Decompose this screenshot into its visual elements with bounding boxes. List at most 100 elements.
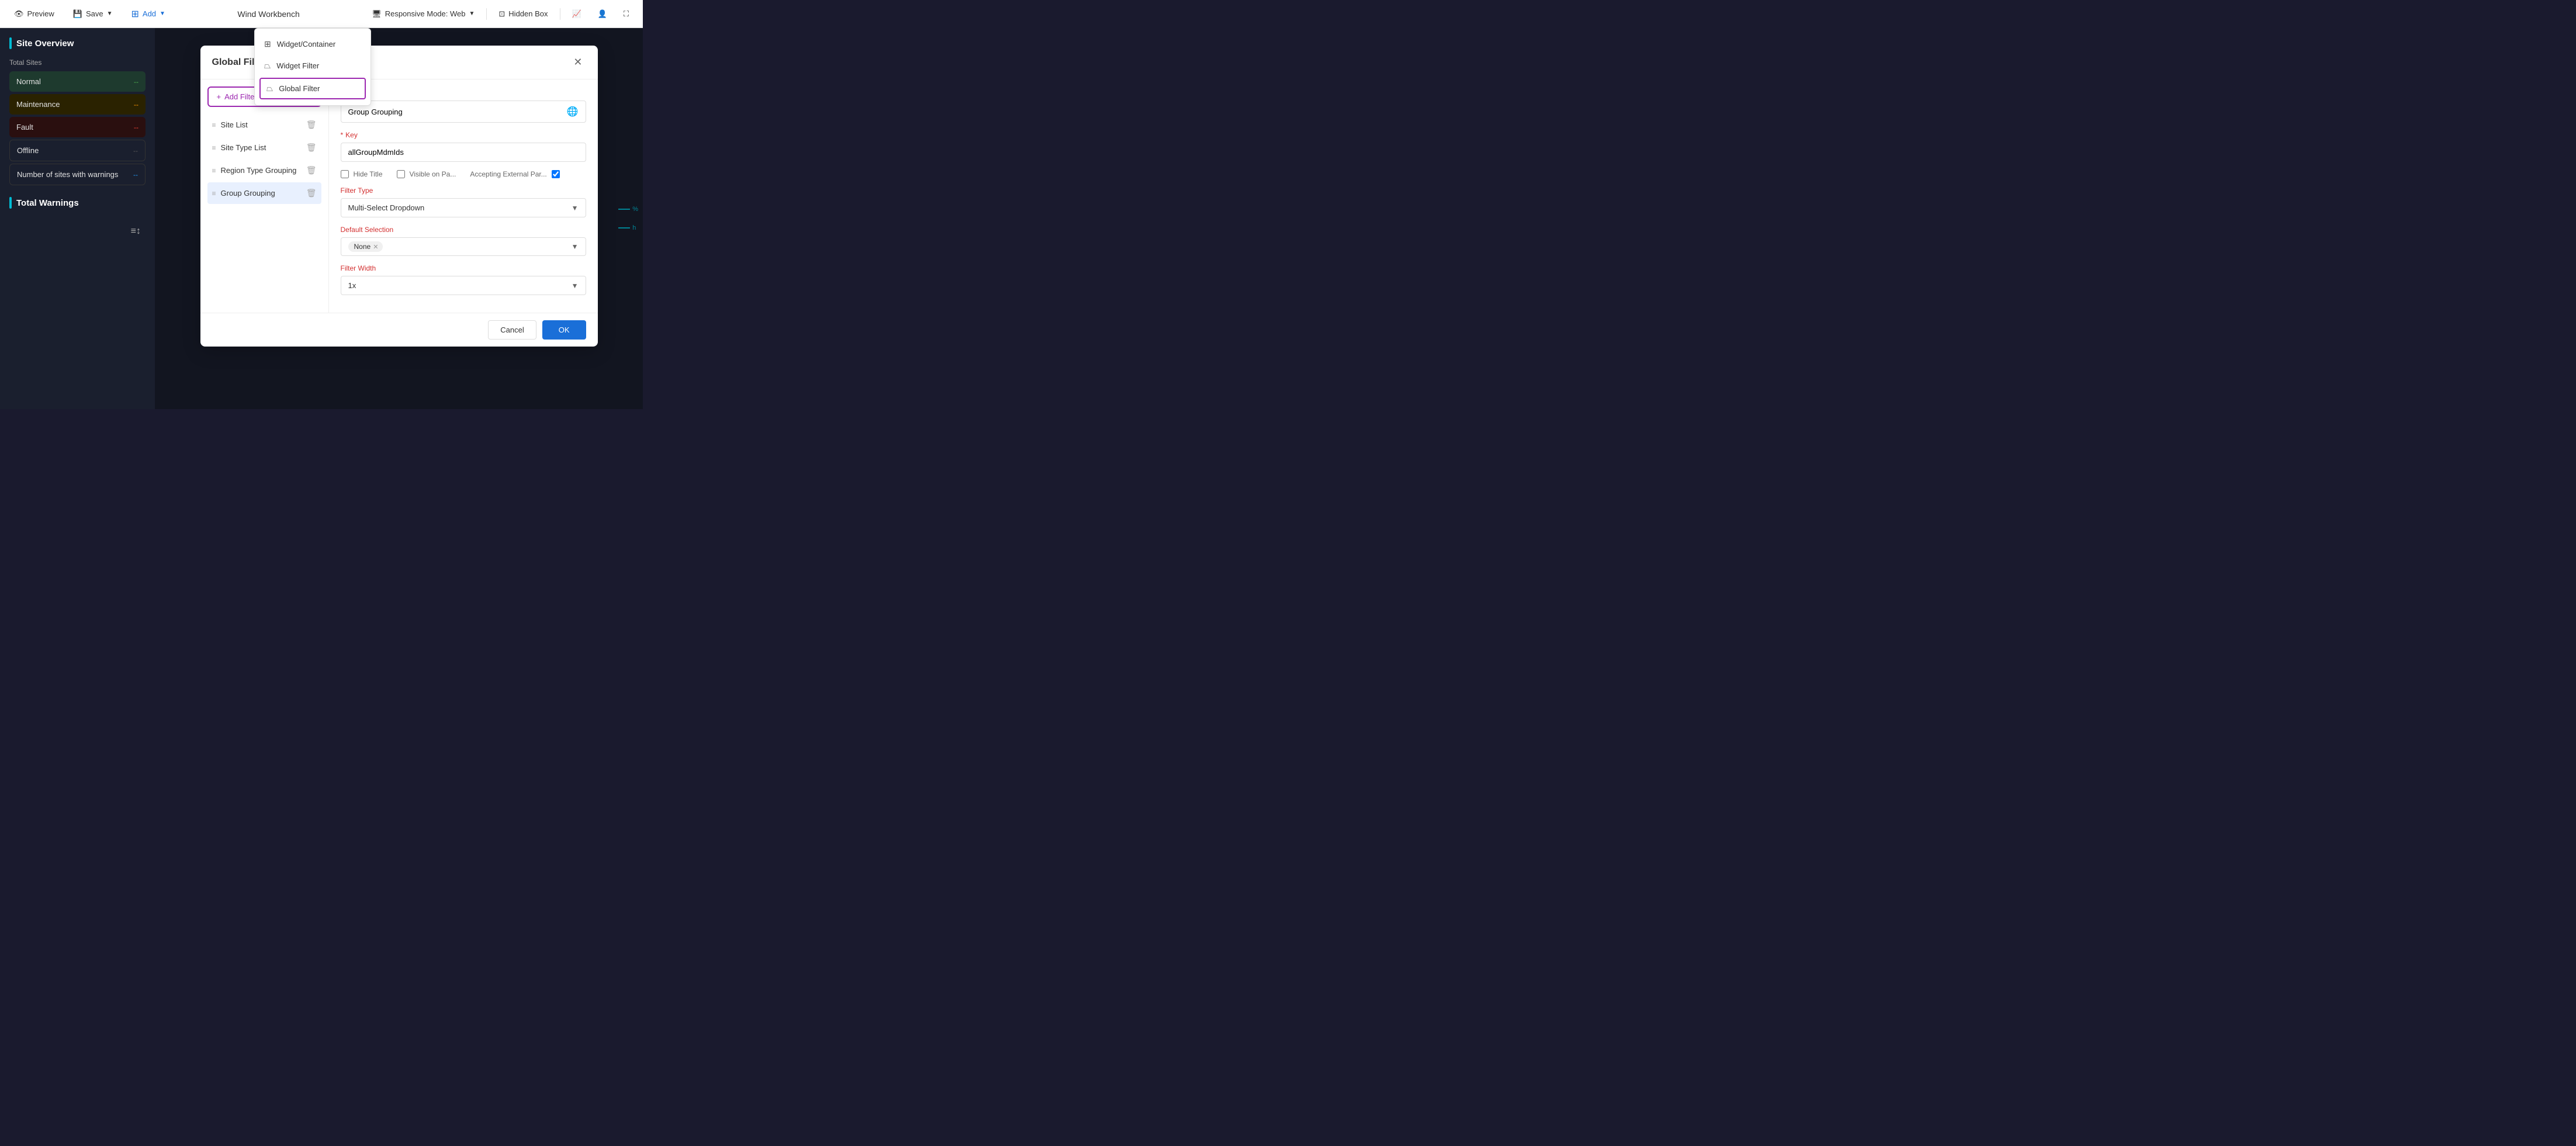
- profile-icon: 👤: [598, 9, 607, 19]
- none-tag-remove-icon[interactable]: ✕: [373, 243, 378, 251]
- key-field[interactable]: [341, 143, 586, 162]
- hide-title-label: Hide Title: [354, 170, 383, 178]
- filter-width-label: Filter Width: [341, 264, 586, 272]
- chart-icon: 📈: [572, 9, 581, 19]
- save-icon: 💾: [73, 9, 82, 19]
- sidebar: Site Overview Total Sites Normal -- Main…: [0, 28, 155, 409]
- filter-item-region-type-grouping[interactable]: ≡ Region Type Grouping 🗑: [207, 160, 321, 181]
- total-warnings-header: Total Warnings: [9, 197, 146, 209]
- drag-icon-region-type-grouping: ≡: [212, 167, 216, 175]
- filter-details-panel: * Title 🌐 * Key: [329, 79, 598, 313]
- expand-icon: ⛶: [624, 9, 629, 19]
- title-field-label: * Title: [341, 89, 586, 97]
- filter-item-site-type-list[interactable]: ≡ Site Type List 🗑: [207, 137, 321, 158]
- preview-button[interactable]: 👁 Preview: [9, 6, 59, 22]
- maintenance-value: --: [134, 101, 139, 109]
- stat-row-normal: Normal --: [9, 71, 146, 92]
- total-warnings-section: Total Warnings ≡↕: [9, 197, 146, 237]
- filter-width-value: 1x: [348, 281, 356, 290]
- responsive-mode-button[interactable]: 🖥 Responsive Mode: Web ▼: [367, 7, 479, 21]
- default-selection-chevron-icon: ▼: [572, 243, 579, 251]
- filter-item-group-grouping[interactable]: ≡ Group Grouping 🗑: [207, 182, 321, 204]
- none-tag: None ✕: [348, 241, 383, 252]
- normal-label: Normal: [16, 77, 41, 86]
- global-filter-item[interactable]: ⏢ Global Filter: [259, 78, 366, 99]
- responsive-label: Responsive Mode: Web: [385, 9, 466, 18]
- ok-button[interactable]: OK: [542, 320, 586, 340]
- filter-label-region-type-grouping: Region Type Grouping: [221, 166, 297, 175]
- widget-container-item[interactable]: ⊞ Widget/Container: [255, 33, 371, 55]
- list-view-icon: ≡↕: [131, 226, 141, 237]
- widget-container-icon: ⊞: [264, 39, 271, 49]
- filter-item-site-list[interactable]: ≡ Site List 🗑: [207, 114, 321, 136]
- delete-site-type-list-icon[interactable]: 🗑: [306, 143, 317, 153]
- stat-row-maintenance: Maintenance --: [9, 94, 146, 115]
- globe-icon: 🌐: [567, 106, 579, 117]
- stat-row-warnings: Number of sites with warnings --: [9, 164, 146, 185]
- none-tag-label: None: [354, 243, 371, 251]
- accepting-external-checkbox-item: Accepting External Par...: [470, 170, 559, 178]
- preview-label: Preview: [27, 9, 54, 18]
- visible-on-page-checkbox[interactable]: [397, 170, 405, 178]
- widget-filter-label: Widget Filter: [276, 61, 319, 70]
- add-filter-icon: +: [217, 92, 221, 101]
- visible-on-page-checkbox-item: Visible on Pa...: [397, 170, 456, 178]
- site-overview-title: Site Overview: [16, 39, 74, 49]
- filter-type-select[interactable]: Multi-Select Dropdown ▼: [341, 198, 586, 217]
- hidden-box-label: Hidden Box: [508, 9, 548, 18]
- add-dropdown-menu: ⊞ Widget/Container ⏢ Widget Filter ⏢ Glo…: [254, 28, 371, 106]
- add-chevron-icon: ▼: [160, 11, 165, 17]
- warnings-value: --: [133, 171, 138, 179]
- drag-icon-group-grouping: ≡: [212, 189, 216, 198]
- key-input[interactable]: [348, 148, 579, 157]
- chart-icon-button[interactable]: 📈: [567, 7, 586, 21]
- hidden-box-icon: ⊡: [498, 9, 505, 19]
- total-sites-label: Total Sites: [9, 58, 146, 67]
- widget-filter-icon: ⏢: [264, 61, 271, 71]
- hidden-box-button[interactable]: ⊡ Hidden Box: [494, 7, 552, 21]
- filter-list-panel: + Add Filter ≡ Site List 🗑: [200, 79, 329, 313]
- filter-width-select[interactable]: 1x ▼: [341, 276, 586, 295]
- total-warnings-accent: [9, 197, 12, 209]
- key-field-label: * Key: [341, 131, 586, 139]
- maintenance-label: Maintenance: [16, 100, 60, 109]
- content-area: ⊞ Widget/Container ⏢ Widget Filter ⏢ Glo…: [155, 28, 643, 409]
- cancel-button[interactable]: Cancel: [488, 320, 536, 340]
- filter-type-label: Filter Type: [341, 186, 586, 195]
- hide-title-checkbox[interactable]: [341, 170, 349, 178]
- title-input[interactable]: [348, 108, 567, 116]
- global-filter-icon: ⏢: [266, 84, 273, 94]
- stat-row-fault: Fault --: [9, 117, 146, 137]
- toolbar-divider: [486, 8, 487, 20]
- add-button[interactable]: ⊞ Add ▼: [127, 5, 170, 23]
- save-button[interactable]: 💾 Save ▼: [68, 6, 117, 22]
- filter-type-value: Multi-Select Dropdown: [348, 203, 425, 212]
- widget-filter-item[interactable]: ⏢ Widget Filter: [255, 55, 371, 77]
- toolbar-right: 🖥 Responsive Mode: Web ▼ ⊡ Hidden Box 📈 …: [367, 7, 633, 21]
- profile-icon-button[interactable]: 👤: [593, 7, 612, 21]
- modal-close-button[interactable]: ✕: [570, 55, 586, 70]
- accepting-external-checkbox[interactable]: [552, 170, 560, 178]
- default-selection-field[interactable]: None ✕ ▼: [341, 237, 586, 256]
- title-field[interactable]: 🌐: [341, 101, 586, 123]
- toolbar: 👁 Preview 💾 Save ▼ ⊞ Add ▼ Wind Workbenc…: [0, 0, 643, 28]
- offline-label: Offline: [17, 146, 39, 155]
- main-content: Site Overview Total Sites Normal -- Main…: [0, 28, 643, 409]
- delete-site-list-icon[interactable]: 🗑: [306, 120, 317, 130]
- modal-overlay: Global Filter ✕ + Add Filter ≡: [155, 28, 643, 409]
- sidebar-accent: [9, 37, 12, 49]
- hide-title-checkbox-item: Hide Title: [341, 170, 383, 178]
- normal-value: --: [134, 78, 139, 86]
- visible-on-page-label: Visible on Pa...: [410, 170, 456, 178]
- add-label: Add: [143, 9, 156, 18]
- stat-row-offline: Offline --: [9, 140, 146, 161]
- offline-value: --: [133, 147, 138, 155]
- delete-region-type-grouping-icon[interactable]: 🗑: [306, 165, 317, 175]
- expand-icon-button[interactable]: ⛶: [619, 7, 633, 21]
- delete-group-grouping-icon[interactable]: 🗑: [306, 188, 317, 198]
- total-warnings-title: Total Warnings: [16, 198, 79, 208]
- filter-type-chevron-icon: ▼: [572, 204, 579, 212]
- warnings-label: Number of sites with warnings: [17, 170, 118, 179]
- save-label: Save: [86, 9, 103, 18]
- global-filter-label: Global Filter: [279, 84, 320, 93]
